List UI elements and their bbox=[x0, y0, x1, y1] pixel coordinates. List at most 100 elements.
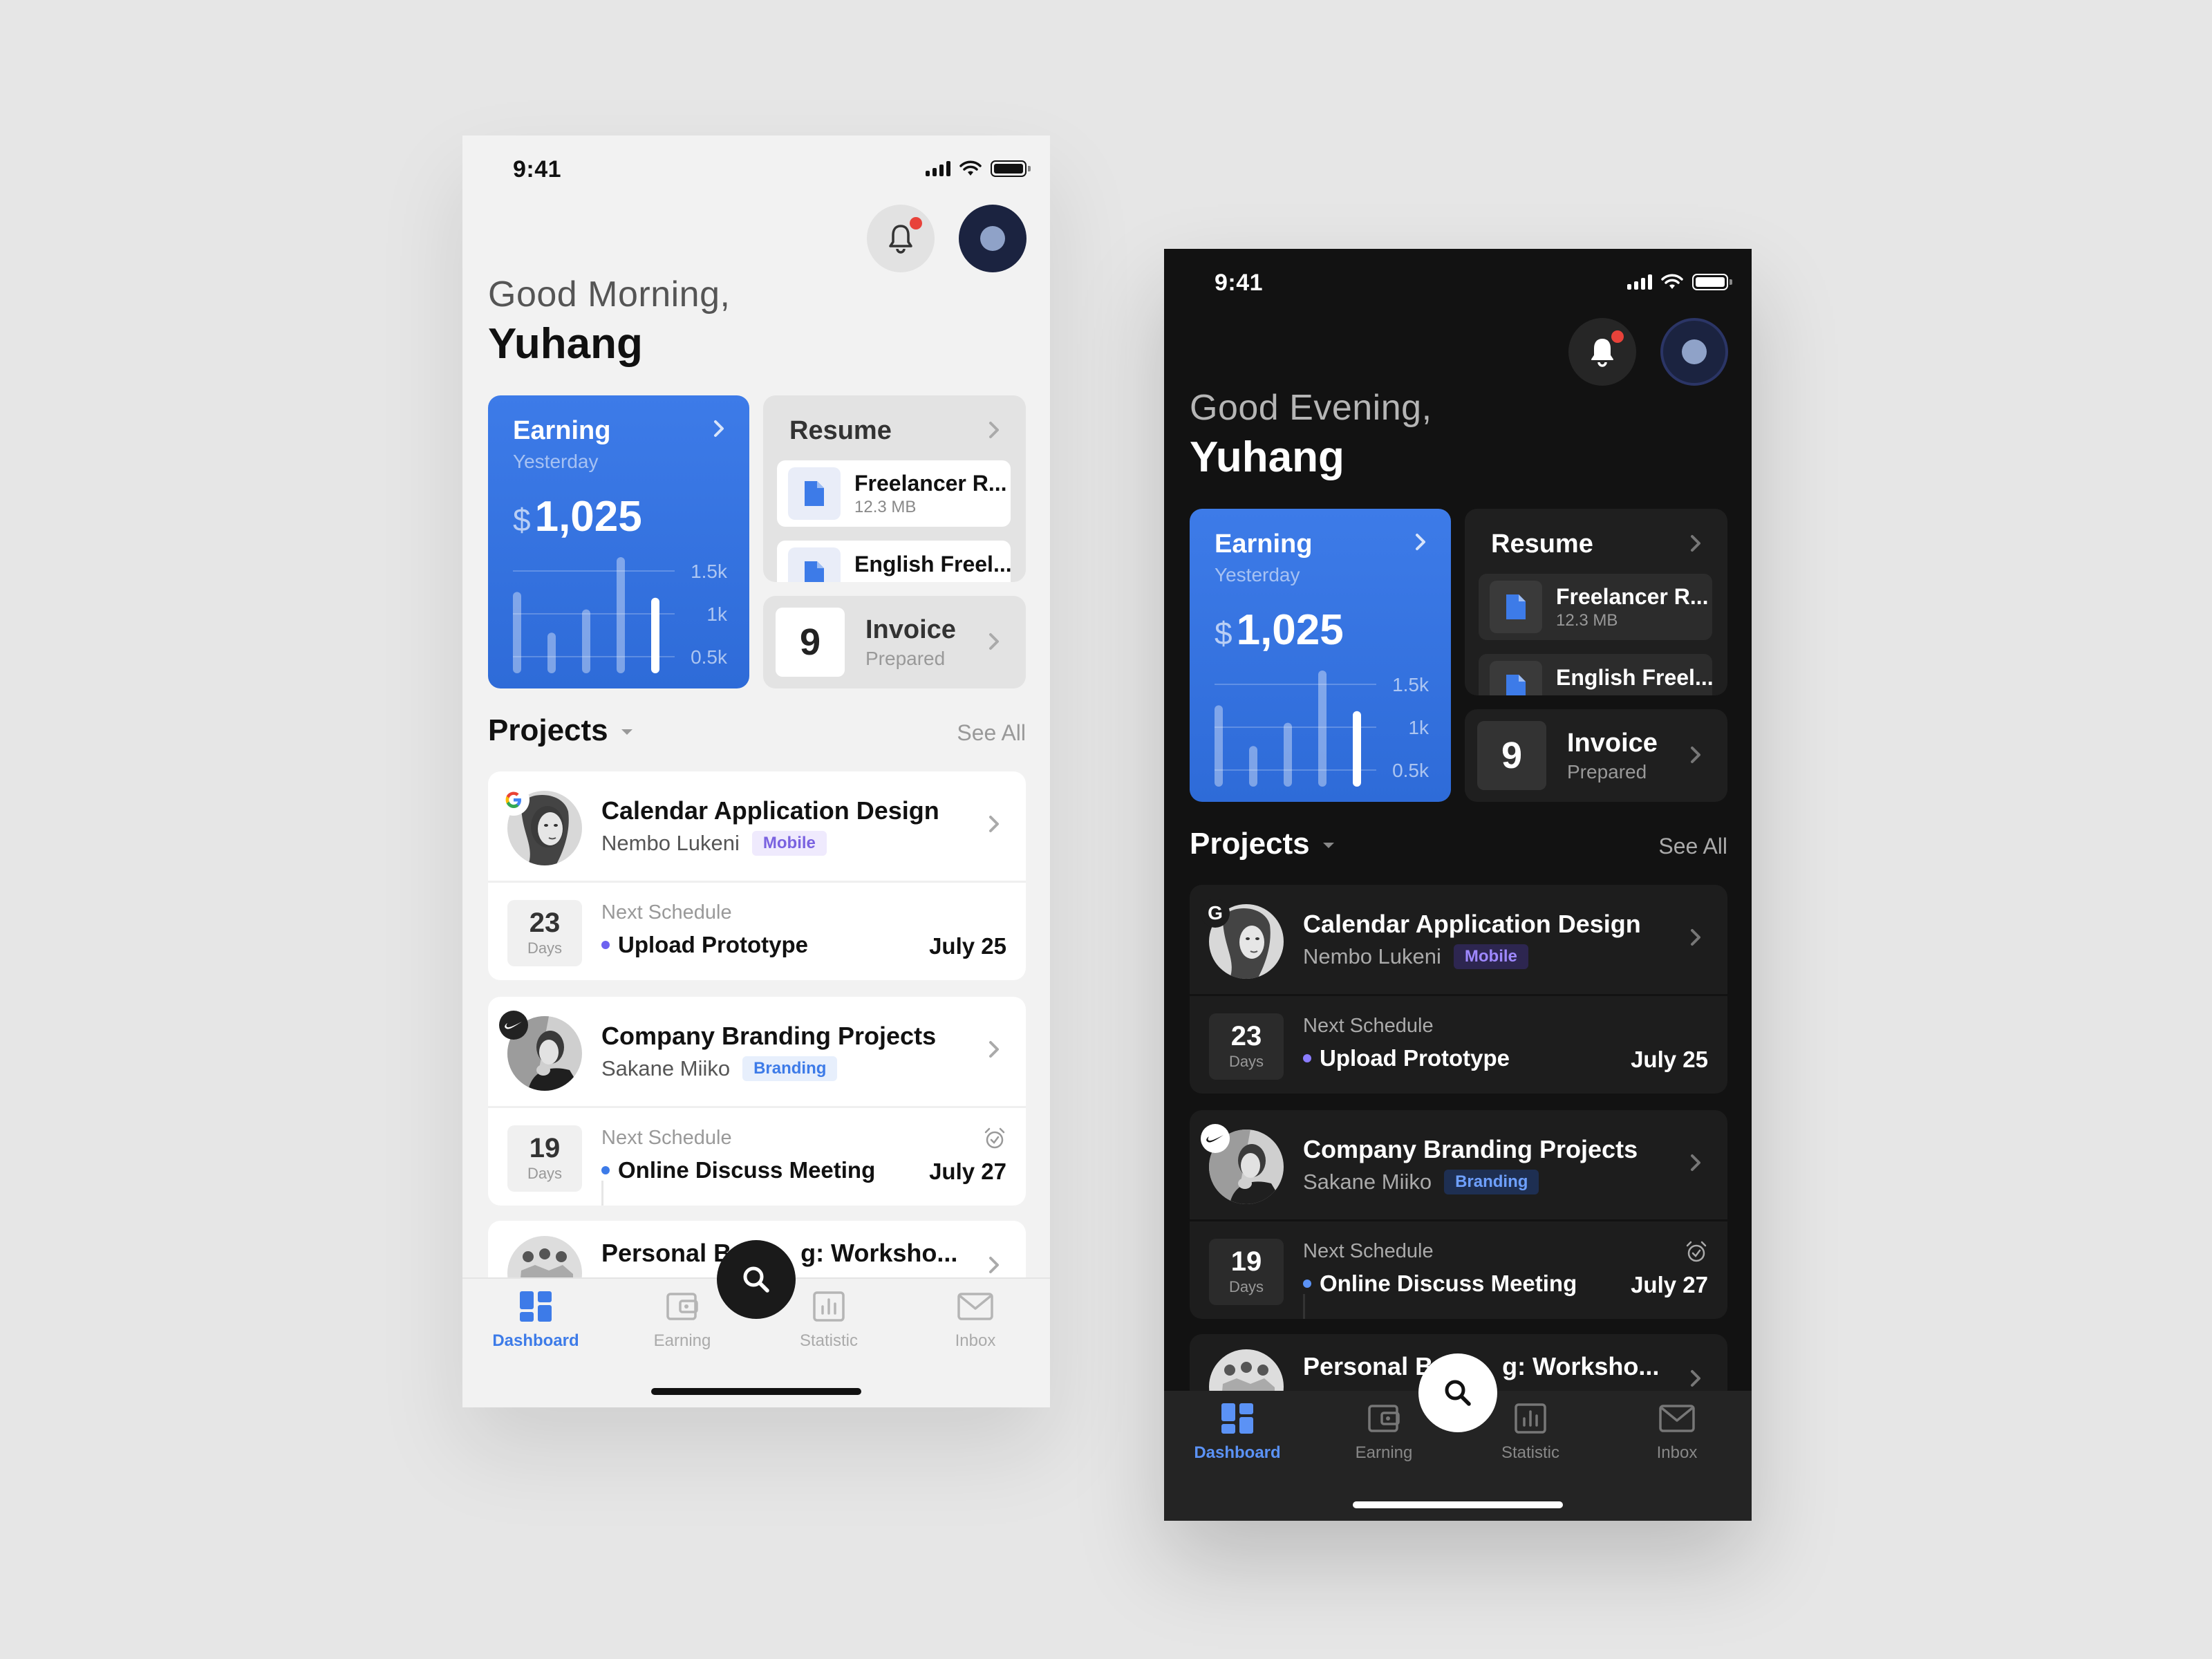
tab-label: Earning bbox=[1355, 1443, 1413, 1462]
chevron-right-icon bbox=[1691, 747, 1700, 763]
days-label: Days bbox=[527, 1165, 563, 1182]
document-icon bbox=[788, 467, 841, 520]
greeting-text: Good Evening, bbox=[1190, 388, 1432, 428]
project-owner: Nembo Lukeni bbox=[601, 831, 740, 855]
earning-card[interactable]: Earning Yesterday $1,025 1.5k 1k 0.5k bbox=[1190, 509, 1451, 802]
caret-down-icon[interactable] bbox=[619, 727, 635, 737]
status-bar: 9:41 bbox=[1164, 249, 1752, 318]
project-title-part: g: Worksho... bbox=[1502, 1352, 1660, 1380]
resume-file-item[interactable]: English Freel... bbox=[1479, 654, 1712, 695]
invoice-card[interactable]: 9 Invoice Prepared bbox=[763, 596, 1026, 688]
days-count: 19 bbox=[529, 1133, 561, 1163]
alarm-clock-icon[interactable] bbox=[983, 1127, 1006, 1150]
profile-avatar[interactable] bbox=[1660, 318, 1728, 386]
project-owner: Nembo Lukeni bbox=[1303, 944, 1441, 968]
schedule-label: Next Schedule bbox=[601, 1127, 732, 1149]
notification-button[interactable] bbox=[867, 205, 935, 272]
resume-card[interactable]: Resume Freelancer R... 12.3 MB English Fr… bbox=[1465, 509, 1727, 695]
chart-bar bbox=[651, 597, 659, 673]
schedule-date: July 27 bbox=[929, 1159, 1006, 1184]
signal-icon bbox=[1627, 274, 1652, 290]
file-name: Freelancer R... bbox=[854, 470, 1007, 496]
search-button[interactable] bbox=[1418, 1353, 1497, 1432]
tab-inbox[interactable]: Inbox bbox=[902, 1290, 1049, 1351]
projects-header: Projects See All bbox=[488, 713, 1026, 755]
project-card-header[interactable]: G Calendar Application Design Nembo Luke… bbox=[1190, 885, 1727, 994]
project-card[interactable]: Calendar Application Design Nembo Lukeni… bbox=[488, 771, 1026, 980]
project-card-header[interactable]: Calendar Application Design Nembo Lukeni… bbox=[488, 771, 1026, 881]
project-card-header[interactable]: Company Branding Projects Sakane Miiko Br… bbox=[488, 997, 1026, 1106]
schedule-task[interactable]: Online Discuss Meeting bbox=[1303, 1271, 1577, 1297]
chart-bar bbox=[1318, 671, 1327, 787]
see-all-link[interactable]: See All bbox=[957, 720, 1026, 746]
invoice-count: 9 bbox=[1477, 721, 1546, 790]
project-title: Calendar Application Design bbox=[1303, 910, 1641, 938]
google-logo-icon: G bbox=[1201, 899, 1230, 928]
bell-icon bbox=[889, 225, 912, 254]
mail-icon bbox=[1659, 1405, 1695, 1432]
avatar-dot bbox=[1682, 339, 1707, 364]
project-title: Company Branding Projects bbox=[601, 1022, 937, 1050]
project-card[interactable]: Company Branding Projects Sakane Miiko Br… bbox=[1190, 1110, 1727, 1319]
see-all-link[interactable]: See All bbox=[1658, 834, 1727, 859]
invoice-card[interactable]: 9 Invoice Prepared bbox=[1465, 709, 1727, 802]
project-card[interactable]: Company Branding Projects Sakane Miiko Br… bbox=[488, 997, 1026, 1206]
chart-bar bbox=[547, 632, 556, 673]
earning-subtitle: Yesterday bbox=[513, 451, 599, 472]
notification-badge bbox=[910, 217, 922, 229]
task-name: Upload Prototype bbox=[618, 932, 809, 957]
wifi-icon bbox=[959, 160, 982, 176]
earning-amount: $1,025 bbox=[1215, 606, 1344, 655]
project-card[interactable]: G Calendar Application Design Nembo Luke… bbox=[1190, 885, 1727, 1094]
chevron-right-icon bbox=[1691, 535, 1700, 552]
earning-card[interactable]: Earning Yesterday $1,025 1.5k 1k 0.5k bbox=[488, 395, 749, 688]
tab-dashboard[interactable]: Dashboard bbox=[1164, 1402, 1311, 1463]
file-name: English Freel... bbox=[854, 552, 1011, 577]
tab-inbox[interactable]: Inbox bbox=[1604, 1402, 1750, 1463]
greeting: Good Morning, Yuhang bbox=[488, 274, 730, 368]
nike-logo-icon bbox=[1201, 1124, 1230, 1153]
tab-label: Earning bbox=[653, 1331, 711, 1350]
avatar-dot bbox=[980, 226, 1005, 251]
search-button[interactable] bbox=[717, 1240, 796, 1319]
bullet-icon bbox=[1303, 1280, 1311, 1288]
user-name: Yuhang bbox=[488, 320, 643, 368]
projects-title[interactable]: Projects bbox=[488, 713, 608, 748]
schedule-task[interactable]: Upload Prototype bbox=[601, 932, 808, 958]
status-time: 9:41 bbox=[513, 156, 562, 182]
alarm-clock-icon[interactable] bbox=[1685, 1240, 1708, 1264]
profile-avatar[interactable] bbox=[959, 205, 1027, 272]
chevron-right-icon bbox=[1416, 534, 1425, 550]
tab-label: Inbox bbox=[1656, 1443, 1698, 1462]
phone-dark-mode: 9:41 Good Evening, Yuhang Earning Yester… bbox=[1164, 249, 1752, 1521]
earning-title: Earning bbox=[1215, 529, 1313, 559]
chart-tick-label: 1.5k bbox=[691, 561, 728, 582]
home-indicator[interactable] bbox=[1353, 1501, 1563, 1508]
projects-title[interactable]: Projects bbox=[1190, 827, 1310, 861]
resume-file-item[interactable]: Freelancer R... 12.3 MB bbox=[777, 460, 1011, 527]
file-size: 12.3 MB bbox=[1556, 610, 1618, 630]
project-card-header[interactable]: Company Branding Projects Sakane Miiko Br… bbox=[1190, 1110, 1727, 1219]
days-label: Days bbox=[527, 939, 563, 957]
battery-icon bbox=[991, 160, 1031, 177]
notification-button[interactable] bbox=[1568, 318, 1636, 386]
caret-down-icon[interactable] bbox=[1321, 841, 1336, 850]
resume-file-item[interactable]: Freelancer R... 12.3 MB bbox=[1479, 574, 1712, 640]
amount-value: 1,025 bbox=[1236, 606, 1344, 654]
timeline-line bbox=[601, 1181, 603, 1206]
status-bar: 9:41 bbox=[462, 135, 1050, 205]
user-name: Yuhang bbox=[1190, 433, 1344, 481]
chevron-right-icon bbox=[714, 420, 724, 437]
schedule-task[interactable]: Online Discuss Meeting bbox=[601, 1157, 875, 1183]
file-name: Freelancer R... bbox=[1556, 583, 1709, 609]
chart-tick-label: 1k bbox=[1408, 717, 1430, 738]
home-indicator[interactable] bbox=[651, 1388, 861, 1395]
earning-bar-chart: 1.5k 1k 0.5k bbox=[513, 557, 728, 673]
resume-file-item[interactable]: English Freel... bbox=[777, 541, 1011, 582]
invoice-subtitle: Prepared bbox=[865, 647, 946, 669]
schedule-task[interactable]: Upload Prototype bbox=[1303, 1045, 1510, 1071]
tab-dashboard[interactable]: Dashboard bbox=[462, 1290, 609, 1351]
phone-light-mode: 9:41 Good Morning, Yuhang Earning Yester… bbox=[462, 135, 1050, 1407]
bell-icon bbox=[1591, 339, 1613, 367]
resume-card[interactable]: Resume Freelancer R... 12.3 MB English Fr… bbox=[763, 395, 1026, 582]
